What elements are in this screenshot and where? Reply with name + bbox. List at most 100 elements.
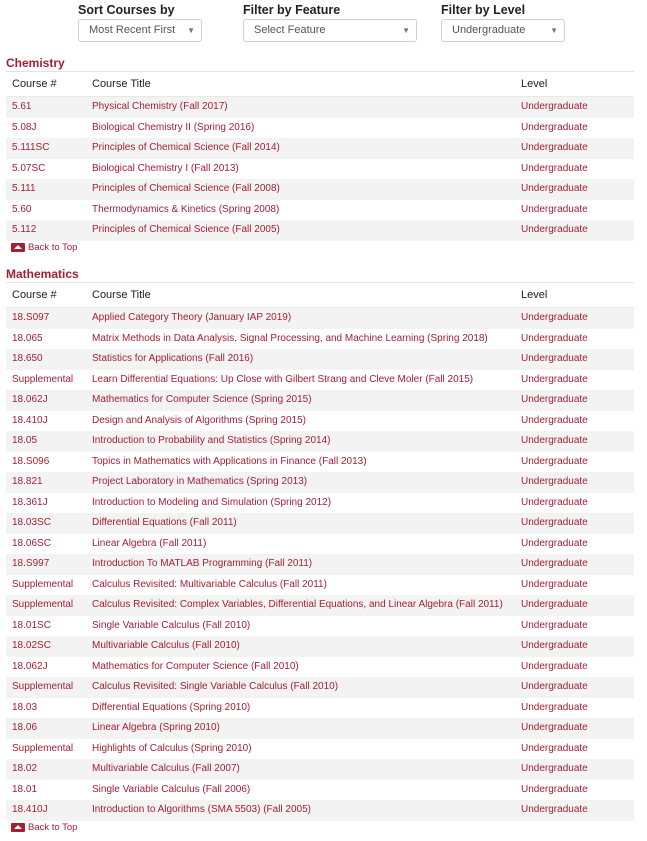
course-number-link[interactable]: 5.61 <box>12 97 31 118</box>
course-title-link[interactable]: Calculus Revisited: Single Variable Calc… <box>92 677 338 698</box>
course-level-link[interactable]: Undergraduate <box>521 759 588 780</box>
course-number-link[interactable]: 5.08J <box>12 118 36 139</box>
course-level-link[interactable]: Undergraduate <box>521 431 588 452</box>
course-number-link[interactable]: 18.03SC <box>12 513 51 534</box>
course-level-link[interactable]: Undergraduate <box>521 554 588 575</box>
course-number-link[interactable]: 18.06SC <box>12 534 51 555</box>
course-title-link[interactable]: Biological Chemistry I (Fall 2013) <box>92 159 239 180</box>
course-number-link[interactable]: 18.06 <box>12 718 37 739</box>
course-title-link[interactable]: Differential Equations (Fall 2011) <box>92 513 237 534</box>
course-title-link[interactable]: Principles of Chemical Science (Fall 200… <box>92 179 280 200</box>
course-title-link[interactable]: Introduction to Probability and Statisti… <box>92 431 330 452</box>
course-number-link[interactable]: 5.60 <box>12 200 31 221</box>
course-level-link[interactable]: Undergraduate <box>521 534 588 555</box>
course-level-link[interactable]: Undergraduate <box>521 800 588 821</box>
course-level-link[interactable]: Undergraduate <box>521 159 588 180</box>
course-level-link[interactable]: Undergraduate <box>521 739 588 760</box>
course-level-link[interactable]: Undergraduate <box>521 718 588 739</box>
course-title-link[interactable]: Principles of Chemical Science (Fall 200… <box>92 220 280 241</box>
course-level-link[interactable]: Undergraduate <box>521 780 588 801</box>
back-to-top-link[interactable]: Back to Top <box>6 241 634 255</box>
course-title-link[interactable]: Thermodynamics & Kinetics (Spring 2008) <box>92 200 279 221</box>
course-number-link[interactable]: Supplemental <box>12 595 73 616</box>
course-level-link[interactable]: Undergraduate <box>521 493 588 514</box>
course-title-link[interactable]: Introduction to Modeling and Simulation … <box>92 493 331 514</box>
course-level-link[interactable]: Undergraduate <box>521 575 588 596</box>
course-level-link[interactable]: Undergraduate <box>521 220 588 241</box>
course-level-link[interactable]: Undergraduate <box>521 411 588 432</box>
course-level-link[interactable]: Undergraduate <box>521 349 588 370</box>
course-title-link[interactable]: Highlights of Calculus (Spring 2010) <box>92 739 252 760</box>
course-level-link[interactable]: Undergraduate <box>521 677 588 698</box>
course-number-link[interactable]: 18.410J <box>12 800 48 821</box>
course-title-link[interactable]: Differential Equations (Spring 2010) <box>92 698 250 719</box>
course-title-link[interactable]: Statistics for Applications (Fall 2016) <box>92 349 253 370</box>
course-number-link[interactable]: 5.112 <box>12 220 36 241</box>
course-title-link[interactable]: Design and Analysis of Algorithms (Sprin… <box>92 411 306 432</box>
course-title-link[interactable]: Mathematics for Computer Science (Fall 2… <box>92 657 299 678</box>
course-level-link[interactable]: Undergraduate <box>521 118 588 139</box>
sort-select[interactable]: Most Recent First ▼ <box>78 19 202 42</box>
course-title-link[interactable]: Single Variable Calculus (Fall 2006) <box>92 780 250 801</box>
course-level-link[interactable]: Undergraduate <box>521 472 588 493</box>
course-level-link[interactable]: Undergraduate <box>521 698 588 719</box>
course-title-link[interactable]: Calculus Revisited: Multivariable Calcul… <box>92 575 327 596</box>
course-number-link[interactable]: 18.821 <box>12 472 43 493</box>
course-number-link[interactable]: Supplemental <box>12 575 73 596</box>
course-level-link[interactable]: Undergraduate <box>521 370 588 391</box>
course-title-link[interactable]: Mathematics for Computer Science (Spring… <box>92 390 312 411</box>
course-level-link[interactable]: Undergraduate <box>521 200 588 221</box>
course-title-link[interactable]: Linear Algebra (Fall 2011) <box>92 534 206 555</box>
course-title-link[interactable]: Matrix Methods in Data Analysis, Signal … <box>92 329 488 350</box>
course-title-link[interactable]: Principles of Chemical Science (Fall 201… <box>92 138 280 159</box>
course-title-link[interactable]: Introduction To MATLAB Programming (Fall… <box>92 554 312 575</box>
course-title-link[interactable]: Multivariable Calculus (Fall 2010) <box>92 636 240 657</box>
course-level-link[interactable]: Undergraduate <box>521 452 588 473</box>
level-select[interactable]: Undergraduate ▼ <box>441 19 565 42</box>
course-number-link[interactable]: 5.111SC <box>12 138 49 159</box>
course-number-link[interactable]: 18.410J <box>12 411 48 432</box>
course-number-link[interactable]: Supplemental <box>12 677 73 698</box>
course-number-link[interactable]: Supplemental <box>12 739 73 760</box>
course-number-link[interactable]: 18.S096 <box>12 452 49 473</box>
course-number-link[interactable]: 18.S997 <box>12 554 49 575</box>
back-to-top-link[interactable]: Back to Top <box>6 821 634 835</box>
course-title-link[interactable]: Project Laboratory in Mathematics (Sprin… <box>92 472 307 493</box>
course-number-link[interactable]: 18.065 <box>12 329 43 350</box>
course-level-link[interactable]: Undergraduate <box>521 657 588 678</box>
course-title-link[interactable]: Topics in Mathematics with Applications … <box>92 452 367 473</box>
course-number-link[interactable]: 5.07SC <box>12 159 45 180</box>
course-number-link[interactable]: 18.05 <box>12 431 37 452</box>
course-level-link[interactable]: Undergraduate <box>521 636 588 657</box>
course-level-link[interactable]: Undergraduate <box>521 390 588 411</box>
feature-select[interactable]: Select Feature ▼ <box>243 19 417 42</box>
course-number-link[interactable]: 18.01 <box>12 780 37 801</box>
course-title-link[interactable]: Multivariable Calculus (Fall 2007) <box>92 759 240 780</box>
course-title-link[interactable]: Biological Chemistry II (Spring 2016) <box>92 118 254 139</box>
course-number-link[interactable]: 18.02 <box>12 759 37 780</box>
course-level-link[interactable]: Undergraduate <box>521 616 588 637</box>
course-level-link[interactable]: Undergraduate <box>521 595 588 616</box>
course-number-link[interactable]: 18.650 <box>12 349 43 370</box>
course-number-link[interactable]: Supplemental <box>12 370 73 391</box>
course-number-link[interactable]: 18.02SC <box>12 636 51 657</box>
course-title-link[interactable]: Calculus Revisited: Complex Variables, D… <box>92 595 503 616</box>
course-number-link[interactable]: 18.03 <box>12 698 37 719</box>
course-title-link[interactable]: Single Variable Calculus (Fall 2010) <box>92 616 250 637</box>
course-level-link[interactable]: Undergraduate <box>521 513 588 534</box>
course-title-link[interactable]: Learn Differential Equations: Up Close w… <box>92 370 473 391</box>
course-level-link[interactable]: Undergraduate <box>521 97 588 118</box>
course-title-link[interactable]: Introduction to Algorithms (SMA 5503) (F… <box>92 800 311 821</box>
course-title-link[interactable]: Linear Algebra (Spring 2010) <box>92 718 220 739</box>
course-title-link[interactable]: Physical Chemistry (Fall 2017) <box>92 97 228 118</box>
course-level-link[interactable]: Undergraduate <box>521 179 588 200</box>
course-level-link[interactable]: Undergraduate <box>521 308 588 329</box>
course-number-link[interactable]: 18.062J <box>12 657 48 678</box>
course-number-link[interactable]: 5.111 <box>12 179 36 200</box>
course-number-link[interactable]: 18.S097 <box>12 308 49 329</box>
course-number-link[interactable]: 18.361J <box>12 493 48 514</box>
course-title-link[interactable]: Applied Category Theory (January IAP 201… <box>92 308 291 329</box>
course-level-link[interactable]: Undergraduate <box>521 138 588 159</box>
course-number-link[interactable]: 18.062J <box>12 390 48 411</box>
course-level-link[interactable]: Undergraduate <box>521 329 588 350</box>
